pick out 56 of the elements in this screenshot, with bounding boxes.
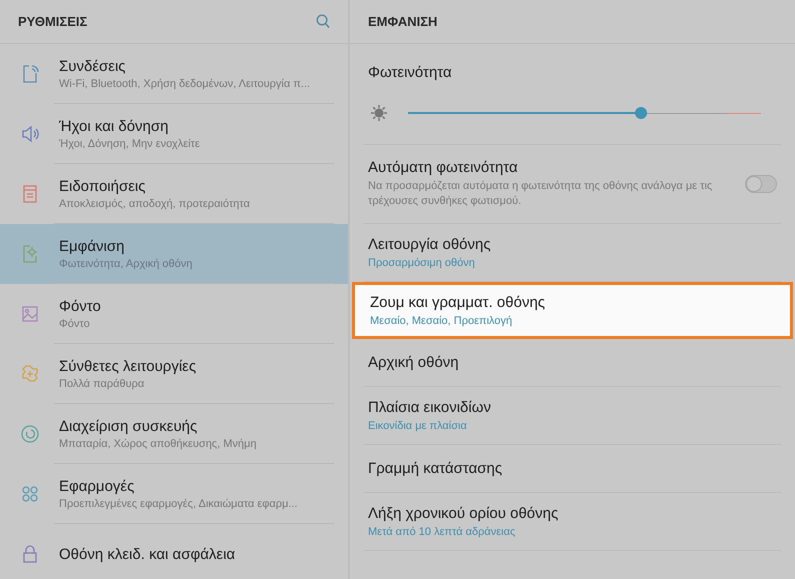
setting-label: Λειτουργία οθόνης [368, 236, 492, 253]
setting-value: Μεσαίο, Μεσαίο, Προεπιλογή [370, 315, 514, 327]
panel-title: ΕΜΦΑΝΙΣΗ [368, 14, 438, 29]
search-icon[interactable] [316, 14, 330, 29]
setting-label: Γραμμή κατάστασης [368, 460, 504, 477]
setting-value: Προσαρμόσιμη οθόνη [368, 257, 476, 269]
speaker-icon [20, 124, 40, 144]
setting-label: Αυτόματη φωτεινότητα [368, 159, 519, 176]
setting-row[interactable]: Αρχική οθόνη [364, 339, 781, 387]
item-label: Εφαρμογές [59, 478, 136, 495]
item-summary: Μπαταρία, Χώρος αποθήκευσης, Μνήμη [59, 438, 256, 450]
setting-row[interactable]: Ζουμ και γραμματ. οθόνης Μεσαίο, Μεσαίο, Προεπιλογή [352, 282, 793, 339]
setting-description: Να προσαρμόζεται αυτόματα η φωτεινότητα της οθόνης ανάλογα με τις τρέχουσες συνθήκες φωτισμού. [368, 179, 714, 209]
setting-value: Εικονίδια με πλαίσια [368, 420, 468, 432]
setting-row[interactable]: Αυτόματη φωτεινότητα Να προσαρμόζεται αυτόματα η φωτεινότητα της οθόνης ανάλογα με τις τρέχουσες συνθήκες φωτισμού. [364, 145, 781, 224]
setting-row[interactable]: Πλαίσια εικονιδίων Εικονίδια με πλαίσια [364, 387, 781, 445]
item-summary: Πολλά παράθυρα [59, 378, 146, 390]
item-summary: Wi-Fi, Bluetooth, Χρήση δεδομένων, Λειτουργία π... [59, 78, 310, 90]
item-label: Εμφάνιση [59, 238, 126, 255]
sidebar-item[interactable]: Φόντο Φόντο [0, 284, 348, 344]
toggle-switch[interactable] [745, 175, 777, 193]
setting-label: Αρχική οθόνη [368, 354, 460, 371]
brightness-icon [370, 104, 388, 122]
sidebar-item[interactable]: Σύνθετες λειτουργίες Πολλά παράθυρα [0, 344, 348, 404]
item-label: Ειδοποιήσεις [59, 178, 146, 195]
item-summary: Φόντο [59, 318, 91, 330]
setting-label: Ζουμ και γραμματ. οθόνης [370, 294, 546, 311]
sidebar-item[interactable]: Εφαρμογές Προεπιλεγμένες εφαρμογές, Δικαιώματα εφαρμ... [0, 464, 348, 524]
item-label: Φόντο [59, 298, 101, 315]
setting-label: Πλαίσια εικονιδίων [368, 399, 492, 416]
setting-label: Λήξη χρονικού ορίου οθόνης [368, 505, 560, 522]
puzzle-icon [20, 364, 40, 384]
setting-row[interactable]: Λήξη χρονικού ορίου οθόνης Μετά από 10 λεπτά αδράνειας [364, 493, 781, 551]
item-summary: Προεπιλεγμένες εφαρμογές, Δικαιώματα εφαρμ... [59, 498, 298, 510]
item-label: Συνδέσεις [59, 58, 127, 75]
sidebar-item[interactable]: Ειδοποιήσεις Αποκλεισμός, αποδοχή, προτεραιότητα [0, 164, 348, 224]
sidebar-item[interactable]: Διαχείριση συσκευής Μπαταρία, Χώρος αποθήκευσης, Μνήμη [0, 404, 348, 464]
item-label: Οθόνη κλειδ. και ασφάλεια [59, 546, 236, 562]
sidebar-title: ΡΥΘΜΙΣΕΙΣ [18, 14, 88, 29]
item-label: Σύνθετες λειτουργίες [59, 358, 196, 375]
slider-thumb[interactable] [634, 107, 647, 119]
sidebar-item[interactable]: Ήχοι και δόνηση Ήχοι, Δόνηση, Μην ενοχλείτε [0, 104, 348, 164]
brightness-slider[interactable] [408, 107, 761, 119]
sidebar-item[interactable]: Εμφάνιση Φωτεινότητα, Αρχική οθόνη [0, 224, 348, 284]
item-summary: Ήχοι, Δόνηση, Μην ενοχλείτε [59, 138, 200, 150]
item-summary: Αποκλεισμός, αποδοχή, προτεραιότητα [59, 198, 250, 210]
item-label: Ήχοι και δόνηση [59, 118, 170, 135]
sidebar-item[interactable]: Συνδέσεις Wi-Fi, Bluetooth, Χρήση δεδομένων, Λειτουργία π... [0, 44, 348, 104]
item-label: Διαχείριση συσκευής [59, 418, 198, 435]
item-summary: Φωτεινότητα, Αρχική οθόνη [59, 258, 192, 270]
image-icon [20, 304, 40, 324]
setting-label: Φωτεινότητα [368, 64, 452, 81]
setting-value: Μετά από 10 λεπτά αδράνειας [368, 526, 516, 538]
apps-icon [20, 484, 40, 504]
refresh-icon [20, 424, 40, 444]
setting-row[interactable]: Γραμμή κατάστασης [364, 445, 781, 493]
